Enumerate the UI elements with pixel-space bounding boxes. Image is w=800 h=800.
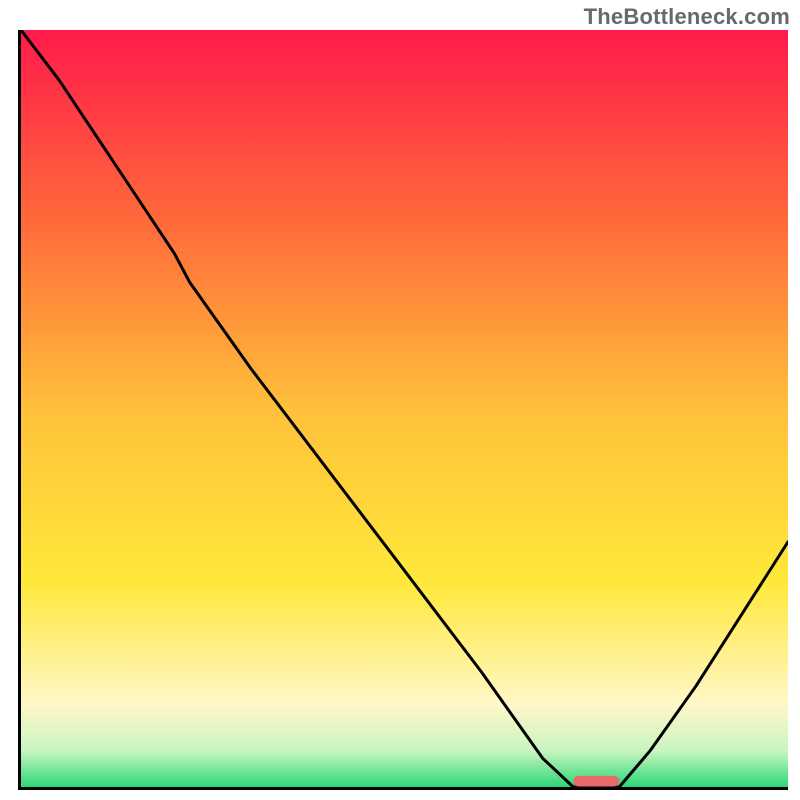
optimum-marker: [21, 30, 788, 787]
watermark-text: TheBottleneck.com: [584, 4, 790, 30]
chart-stage: TheBottleneck.com: [0, 0, 800, 800]
plot-area: [18, 30, 788, 790]
